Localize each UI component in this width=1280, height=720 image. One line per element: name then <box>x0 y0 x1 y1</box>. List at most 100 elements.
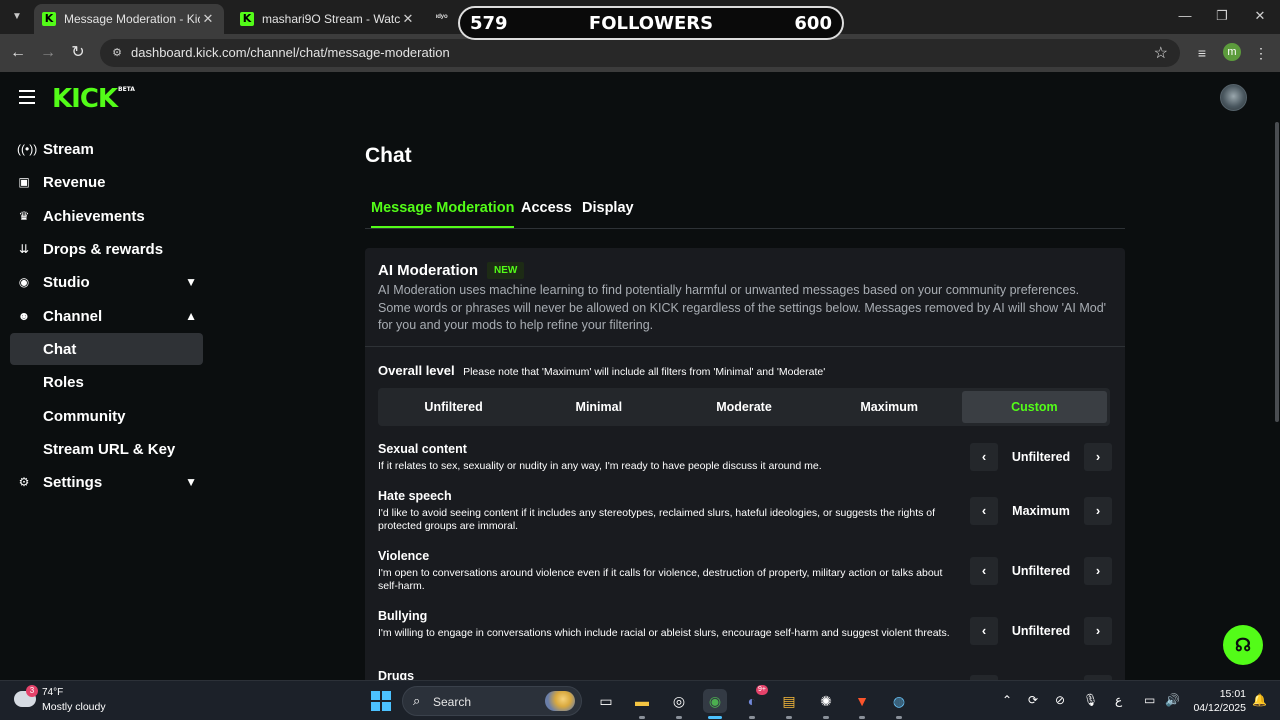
taskbar-clock[interactable]: 15:01 04/12/2025 <box>1190 687 1246 715</box>
tray-overflow-icon[interactable]: ⌃ <box>1002 693 1012 707</box>
restore-icon[interactable]: ❐ <box>1214 8 1230 24</box>
chevron-right-icon[interactable]: › <box>1084 557 1112 585</box>
sync-icon[interactable]: ⟳ <box>1028 693 1038 707</box>
overall-level-label: Overall level <box>378 363 455 378</box>
taskbar-search[interactable]: ⌕ Search <box>402 686 582 716</box>
bookmark-star-icon[interactable]: ☆ <box>1154 43 1168 63</box>
volume-icon[interactable]: 🔊 <box>1165 693 1180 707</box>
sidebar-item-label: Stream <box>43 140 94 158</box>
drops-icon: ⇊ <box>18 242 30 256</box>
sidebar-item-chat[interactable]: Chat <box>10 333 203 365</box>
browser-tab-stream[interactable]: K mashari9O Stream - Watch Live ✕ <box>232 4 424 34</box>
kick-favicon-icon: K <box>42 12 56 26</box>
hamburger-menu-icon[interactable] <box>19 90 35 108</box>
sidebar-item-stream-url[interactable]: Stream URL & Key <box>10 433 203 465</box>
sidebar-item-revenue[interactable]: ▣ Revenue <box>10 166 203 198</box>
filter-row-sexual-content: Sexual content If it relates to sex, sex… <box>378 442 1113 473</box>
site-info-icon[interactable]: ⚙ <box>109 45 125 61</box>
filter-row-hate-speech: Hate speech I'd like to avoid seeing con… <box>378 489 1113 533</box>
microphone-icon[interactable]: 🎙 <box>1083 693 1098 707</box>
tab-title: mashari9O Stream - Watch Live <box>262 12 400 26</box>
clock-time: 15:01 <box>1219 688 1246 700</box>
close-window-icon[interactable]: ✕ <box>1252 8 1268 24</box>
filter-level-stepper: ‹ Unfiltered › <box>970 617 1112 645</box>
studio-icon: ◉ <box>18 275 30 289</box>
back-icon[interactable]: ← <box>8 43 28 63</box>
tab-access[interactable]: Access <box>521 200 572 228</box>
taskbar-search-label: Search <box>433 695 472 709</box>
ai-moderation-header: AI Moderation NEW AI Moderation uses mac… <box>365 248 1125 347</box>
file-explorer-icon[interactable]: ▬ <box>630 689 654 719</box>
chart-icon: ▣ <box>18 175 30 189</box>
filter-level-value: Unfiltered <box>1011 564 1071 578</box>
ai-moderation-card: AI Moderation NEW AI Moderation uses mac… <box>365 248 1125 680</box>
sidebar-item-achievements[interactable]: ♛ Achievements <box>10 200 203 232</box>
kick-logo[interactable]: KICK BETA <box>52 84 135 114</box>
obs-icon[interactable]: ◎ <box>667 689 691 719</box>
notes-app-icon[interactable]: ▤ <box>777 689 801 719</box>
media-queue-icon[interactable]: ≡ <box>1192 43 1212 63</box>
chevron-right-icon[interactable]: › <box>1084 497 1112 525</box>
menu-dots-icon[interactable]: ⋮ <box>1251 43 1271 63</box>
windows-start-icon[interactable] <box>371 691 391 711</box>
support-headset-icon[interactable]: ☊ <box>1223 625 1263 665</box>
tab-close-icon[interactable]: ✕ <box>200 11 216 27</box>
chevron-left-icon[interactable]: ‹ <box>970 497 998 525</box>
filter-description: I'm open to conversations around violenc… <box>378 567 943 592</box>
tab-display[interactable]: Display <box>582 200 634 228</box>
network-icon[interactable]: ▭ <box>1144 693 1155 707</box>
logo-beta-badge: BETA <box>118 86 135 93</box>
level-option-unfiltered[interactable]: Unfiltered <box>381 391 526 423</box>
overall-level-selector: Unfiltered Minimal Moderate Maximum Cust… <box>378 388 1110 426</box>
forward-icon[interactable]: → <box>38 43 58 63</box>
browser-tab-moderation[interactable]: K Message Moderation - Kick Da ✕ <box>34 4 224 34</box>
input-language[interactable]: ع <box>1115 693 1122 707</box>
weather-temp: 74°F <box>42 687 64 698</box>
page-scrollbar[interactable] <box>1275 122 1279 422</box>
address-bar[interactable]: ⚙ dashboard.kick.com/channel/chat/messag… <box>100 39 1180 67</box>
filter-level-stepper: ‹ Maximum › <box>970 497 1112 525</box>
chevron-right-icon[interactable]: › <box>1084 443 1112 471</box>
reload-icon[interactable]: ↻ <box>68 43 88 63</box>
kick-favicon-icon: K <box>240 12 254 26</box>
sidebar-item-studio[interactable]: ◉ Studio ▼ <box>10 266 203 298</box>
profile-avatar-icon[interactable]: m <box>1223 43 1241 61</box>
windows-taskbar: 3 74°F Mostly cloudy ⌕ Search ▭ ▬ ◎ ◉ ◐ … <box>0 680 1280 720</box>
kick-dashboard: KICK BETA ((•)) Stream ▣ Revenue ♛ Achie… <box>0 72 1280 680</box>
sidebar-item-drops[interactable]: ⇊ Drops & rewards <box>10 233 203 265</box>
chevron-up-icon: ▲ <box>185 309 197 323</box>
chevron-right-icon[interactable]: › <box>1084 617 1112 645</box>
task-view-icon[interactable]: ▭ <box>594 689 618 713</box>
sidebar-item-stream[interactable]: ((•)) Stream <box>10 133 203 165</box>
sidebar-item-label: Revenue <box>43 173 106 191</box>
sidebar-item-settings[interactable]: ⚙ Settings ▼ <box>10 466 203 498</box>
hidden-eye-icon[interactable]: ⊘ <box>1055 693 1065 707</box>
chevron-left-icon[interactable]: ‹ <box>970 557 998 585</box>
minimize-icon[interactable]: — <box>1177 8 1193 23</box>
level-option-maximum[interactable]: Maximum <box>817 391 962 423</box>
sidebar-item-roles[interactable]: Roles <box>10 366 203 398</box>
tab-message-moderation[interactable]: Message Moderation <box>371 200 515 228</box>
level-option-custom[interactable]: Custom <box>961 391 1108 423</box>
clock-date: 04/12/2025 <box>1193 702 1246 714</box>
filter-description: If it relates to sex, sexuality or nudit… <box>378 460 822 472</box>
tab-close-icon[interactable]: ✕ <box>400 11 416 27</box>
notifications-icon[interactable]: 🔔 <box>1252 693 1267 707</box>
chrome-icon[interactable]: ◉ <box>703 689 727 719</box>
chevron-left-icon[interactable]: ‹ <box>970 617 998 645</box>
level-option-minimal[interactable]: Minimal <box>526 391 671 423</box>
sidebar-item-channel[interactable]: ☻ Channel ▲ <box>10 300 203 332</box>
gear-icon: ⚙ <box>18 475 30 489</box>
steam-icon[interactable]: ◍ <box>887 689 911 719</box>
chevron-left-icon[interactable]: ‹ <box>970 443 998 471</box>
filter-row-drugs: Drugs ‹ › <box>378 669 1113 680</box>
filter-row-bullying: Bullying I'm willing to engage in conver… <box>378 609 1113 645</box>
brave-icon[interactable]: ▼ <box>850 689 874 719</box>
user-avatar[interactable] <box>1220 84 1247 111</box>
steelseries-icon[interactable]: ✺ <box>814 689 838 719</box>
sidebar-item-community[interactable]: Community <box>10 400 203 432</box>
level-option-moderate[interactable]: Moderate <box>671 391 816 423</box>
browser-tab-third[interactable]: ᶦᵈʸᵒ <box>436 12 448 22</box>
tab-list-chevron-icon[interactable]: ▼ <box>6 7 28 27</box>
url-text[interactable]: dashboard.kick.com/channel/chat/message-… <box>131 45 450 60</box>
